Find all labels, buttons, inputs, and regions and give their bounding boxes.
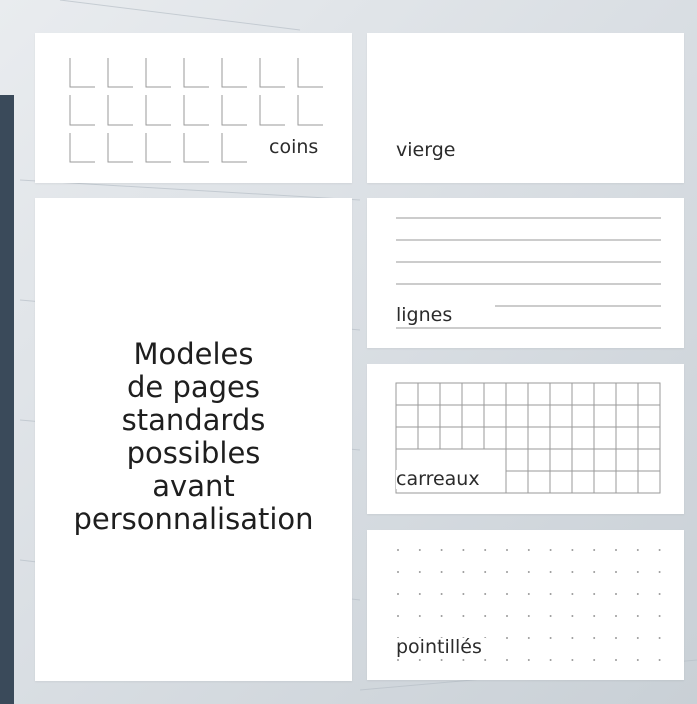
main-info-line-5: avant <box>152 469 235 503</box>
dot <box>397 659 399 661</box>
template-label-lines: lignes <box>396 306 457 325</box>
dot <box>397 593 399 595</box>
dot <box>549 659 552 661</box>
main-info-line-3: standards <box>121 403 266 437</box>
main-info-line-6: personnalisation <box>73 502 314 536</box>
dot <box>484 659 487 661</box>
dot <box>527 659 530 661</box>
template-card-corners[interactable]: coins <box>35 33 352 183</box>
corners-pattern <box>69 58 323 163</box>
dot <box>615 593 617 595</box>
dot <box>658 549 661 551</box>
dot <box>397 571 399 573</box>
dot <box>636 637 639 639</box>
template-card-blank[interactable]: vierge <box>367 33 684 183</box>
dot <box>593 615 596 617</box>
main-info-card: Modeles de pages standards possibles ava… <box>35 198 352 681</box>
dot <box>615 571 617 573</box>
main-info-text: Modeles de pages standards possibles ava… <box>35 338 352 536</box>
main-info-line-1: Modeles <box>133 337 254 371</box>
dot <box>658 593 661 595</box>
template-label-corners: coins <box>269 138 323 157</box>
main-info-line-4: possibles <box>126 436 261 470</box>
dot <box>593 593 596 595</box>
dot <box>615 637 617 639</box>
dot <box>462 615 465 617</box>
dot <box>571 615 574 617</box>
dot <box>462 549 465 551</box>
main-info-line-2: de pages <box>126 370 260 404</box>
dot <box>658 615 661 617</box>
dot <box>636 659 639 661</box>
dot <box>484 593 487 595</box>
dot <box>440 593 443 595</box>
dot <box>440 659 443 661</box>
dot <box>593 571 596 573</box>
dot <box>571 593 574 595</box>
dot <box>593 549 596 551</box>
dot <box>462 659 465 661</box>
dot <box>636 593 639 595</box>
dot <box>527 593 530 595</box>
grid-pattern <box>395 382 661 494</box>
dot <box>418 659 421 661</box>
dot <box>549 549 552 551</box>
dot <box>484 549 487 551</box>
dot <box>527 637 530 639</box>
dot <box>571 571 574 573</box>
dot <box>658 659 661 661</box>
dot <box>462 571 465 573</box>
dot <box>593 659 596 661</box>
dot <box>506 659 508 661</box>
dot <box>615 615 617 617</box>
dot <box>549 637 552 639</box>
dot <box>527 549 530 551</box>
dot <box>636 549 639 551</box>
template-label-grid: carreaux <box>396 470 484 489</box>
dot <box>593 637 596 639</box>
dot <box>636 615 639 617</box>
dot <box>571 659 574 661</box>
dot <box>484 615 487 617</box>
dot <box>506 615 508 617</box>
dot <box>658 637 661 639</box>
dot <box>571 549 574 551</box>
dot <box>506 571 508 573</box>
template-card-dots[interactable]: pointillés <box>367 530 684 680</box>
dot <box>440 615 443 617</box>
dot <box>462 593 465 595</box>
template-card-grid[interactable]: carreaux <box>367 364 684 514</box>
template-label-blank: vierge <box>396 141 460 160</box>
template-card-lines[interactable]: lignes <box>367 198 684 348</box>
dot <box>571 637 574 639</box>
dot <box>527 615 530 617</box>
dot <box>506 637 508 639</box>
template-label-dots: pointillés <box>396 638 486 657</box>
dot <box>615 659 617 661</box>
dot <box>527 571 530 573</box>
dot <box>418 571 421 573</box>
dot <box>418 593 421 595</box>
dot <box>615 549 617 551</box>
dot <box>397 549 399 551</box>
dot <box>484 571 487 573</box>
dot <box>549 571 552 573</box>
dot <box>418 615 421 617</box>
dot <box>658 571 661 573</box>
dot <box>418 549 421 551</box>
dot <box>549 615 552 617</box>
dot <box>506 593 508 595</box>
dot <box>440 571 443 573</box>
dot <box>397 615 399 617</box>
dot <box>506 549 508 551</box>
dot <box>636 571 639 573</box>
dot <box>549 593 552 595</box>
dot <box>440 549 443 551</box>
